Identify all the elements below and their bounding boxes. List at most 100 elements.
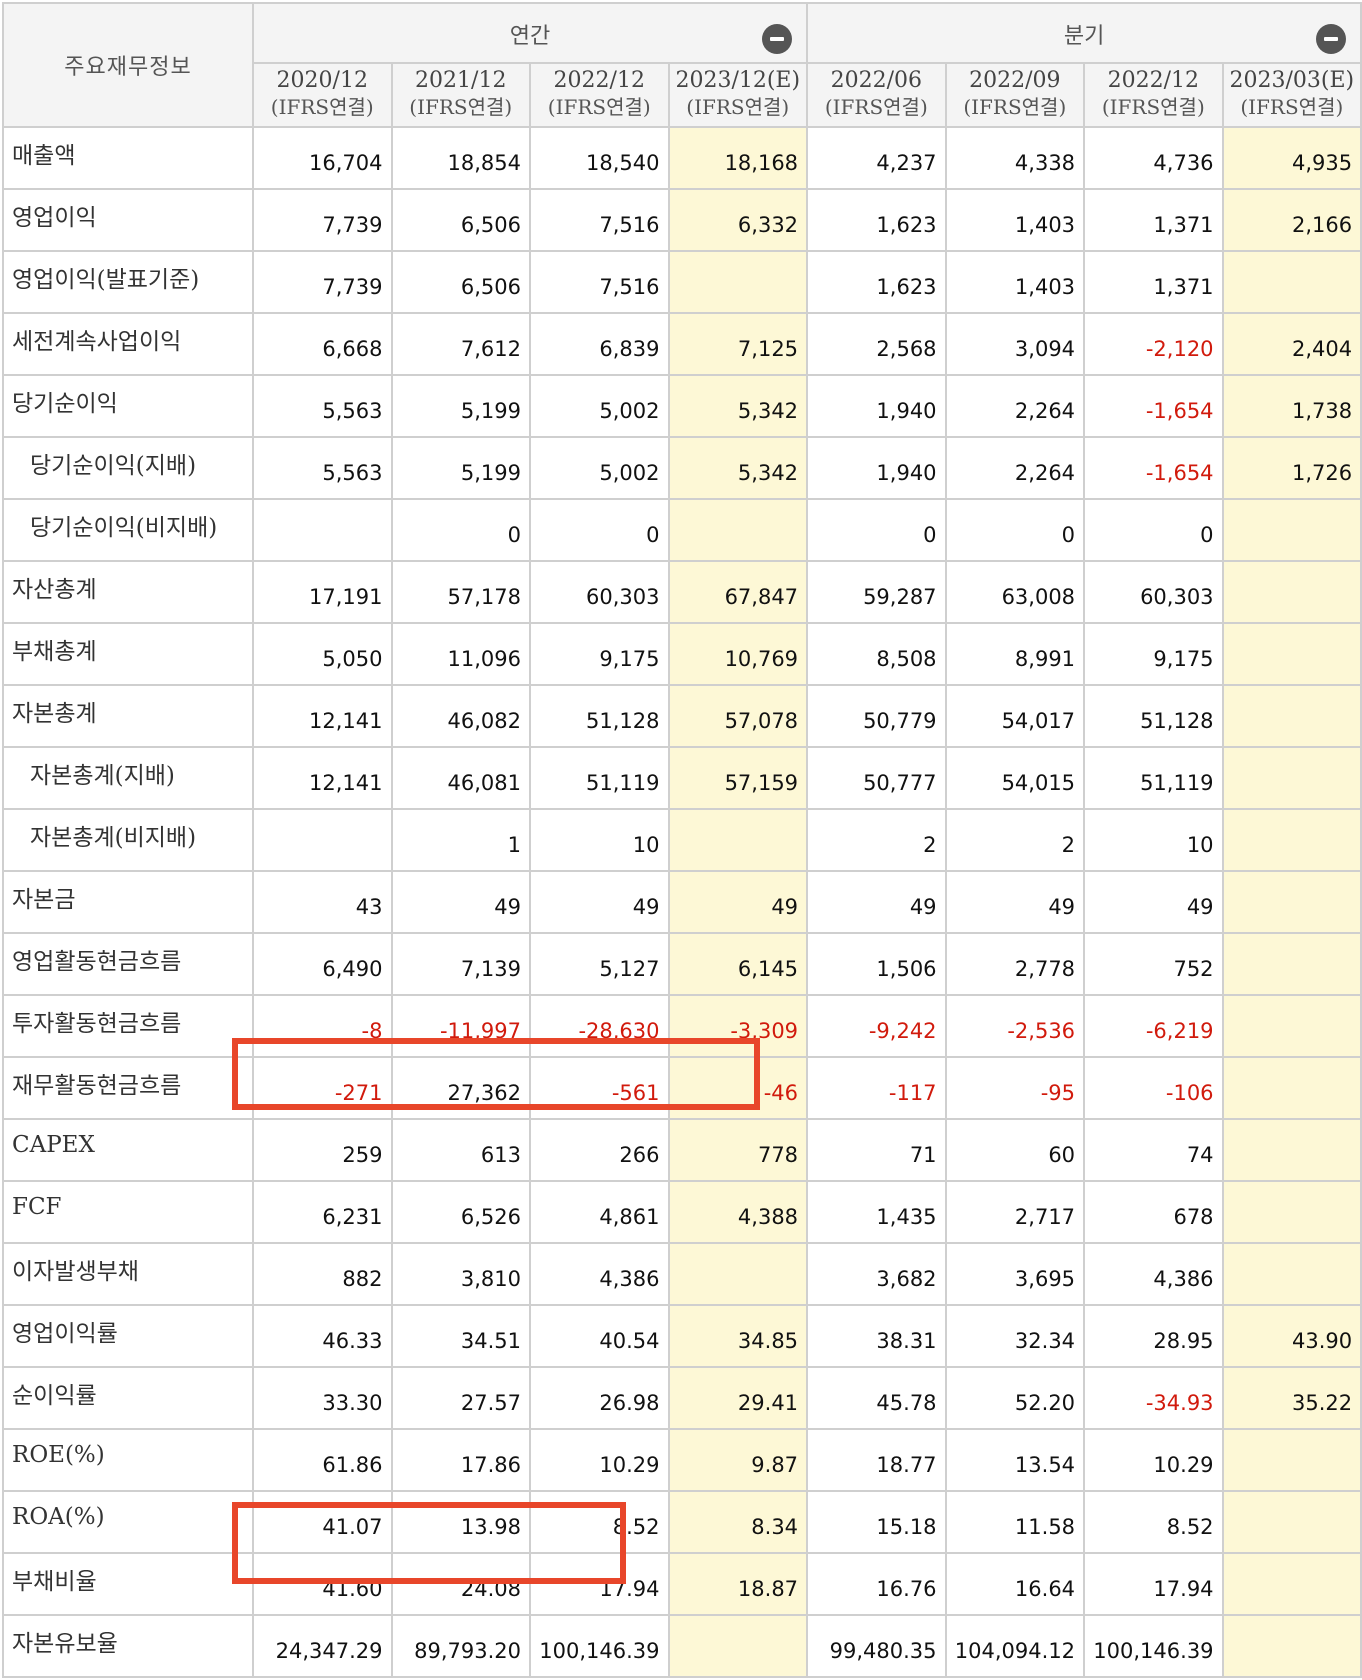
value-cell: 17.94 (1083, 1552, 1224, 1616)
value-cell: 2,568 (806, 312, 947, 376)
value-cell: -106 (1083, 1056, 1224, 1120)
value-cell: 0 (806, 498, 947, 562)
value-cell: 6,839 (529, 312, 670, 376)
value-cell (1221, 1614, 1362, 1678)
value-cell: -8 (252, 994, 393, 1058)
value-cell: 13.54 (944, 1428, 1086, 1492)
value-cell: 1,940 (806, 436, 947, 500)
period-header: 2021/12 (IFRS연결) (390, 62, 531, 128)
value-cell: 5,127 (529, 932, 670, 996)
value-cell: 18,540 (529, 126, 670, 190)
value-cell: 27.57 (390, 1366, 531, 1430)
value-cell: 74 (1083, 1118, 1224, 1182)
value-cell (667, 1614, 809, 1678)
value-cell: 32.34 (944, 1304, 1086, 1368)
value-cell: 0 (529, 498, 670, 562)
value-cell: 10.29 (529, 1428, 670, 1492)
table-row: 영업활동현금흐름 6,490 7,139 5,127 6,145 1,506 2,778 75… (2, 932, 1362, 996)
value-cell: 60,303 (1083, 560, 1224, 624)
value-cell: 882 (252, 1242, 393, 1306)
value-cell (1221, 684, 1362, 748)
period-header: 2022/12 (IFRS연결) (529, 62, 670, 128)
value-cell: 1,371 (1083, 250, 1224, 314)
row-label: 자본총계(지배) (2, 746, 254, 810)
value-cell: 17,191 (252, 560, 393, 624)
value-cell: 259 (252, 1118, 393, 1182)
period-basis: (IFRS연결) (547, 95, 651, 119)
table-header-label: 주요재무정보 (2, 2, 254, 128)
value-cell: 13.98 (390, 1490, 531, 1554)
value-cell: 0 (1083, 498, 1224, 562)
value-cell: 61.86 (252, 1428, 393, 1492)
value-cell: 104,094.12 (944, 1614, 1086, 1678)
period-basis: (IFRS연결) (963, 95, 1067, 119)
table-row: 자본총계 12,141 46,082 51,128 57,078 50,779 54,017… (2, 684, 1362, 748)
value-cell: 0 (390, 498, 531, 562)
value-cell: 11.58 (944, 1490, 1086, 1554)
value-cell: 57,178 (390, 560, 531, 624)
value-cell: 613 (390, 1118, 531, 1182)
value-cell: 6,332 (667, 188, 809, 252)
value-cell: 2,166 (1221, 188, 1362, 252)
row-label: 세전계속사업이익 (2, 312, 254, 376)
period-header: 2020/12 (IFRS연결) (252, 62, 393, 128)
value-cell: 40.54 (529, 1304, 670, 1368)
table-row: ROE(%) 61.86 17.86 10.29 9.87 18.77 13.54 10.29 (2, 1428, 1362, 1492)
value-cell: 57,159 (667, 746, 809, 810)
value-cell: 2,404 (1221, 312, 1362, 376)
row-label: ROE(%) (2, 1428, 254, 1492)
value-cell: 27,362 (390, 1056, 531, 1120)
value-cell: 8,991 (944, 622, 1086, 686)
value-cell: 49 (529, 870, 670, 934)
value-cell: 46,081 (390, 746, 531, 810)
collapse-annual-icon[interactable] (762, 24, 793, 54)
value-cell: -117 (806, 1056, 947, 1120)
row-label: 당기순이익(지배) (2, 436, 254, 500)
row-label: 당기순이익 (2, 374, 254, 438)
collapse-quarter-icon[interactable] (1316, 24, 1347, 54)
value-cell (252, 808, 393, 872)
value-cell (1221, 1490, 1362, 1554)
row-label: 당기순이익(비지배) (2, 498, 254, 562)
value-cell: 9.87 (667, 1428, 809, 1492)
period-date: 2022/12 (553, 68, 645, 93)
value-cell: 41.60 (252, 1552, 393, 1616)
table-row: 자본총계(지배) 12,141 46,081 51,119 57,159 50,777 54… (2, 746, 1362, 810)
value-cell: -28,630 (529, 994, 670, 1058)
value-cell: 7,516 (529, 188, 670, 252)
value-cell: -34.93 (1083, 1366, 1224, 1430)
value-cell: 4,935 (1221, 126, 1362, 190)
value-cell (667, 808, 809, 872)
row-label: 부채비율 (2, 1552, 254, 1616)
value-cell: 12,141 (252, 746, 393, 810)
value-cell: 18.77 (806, 1428, 947, 1492)
value-cell: 9,175 (1083, 622, 1224, 686)
value-cell: -2,120 (1083, 312, 1224, 376)
value-cell: 3,682 (806, 1242, 947, 1306)
value-cell: 49 (944, 870, 1086, 934)
value-cell: 5,199 (390, 374, 531, 438)
value-cell: -561 (529, 1056, 670, 1120)
value-cell: 7,739 (252, 188, 393, 252)
table-row: 세전계속사업이익 6,668 7,612 6,839 7,125 2,568 3,094 -2… (2, 312, 1362, 376)
period-date: 2023/03(E) (1229, 68, 1355, 93)
value-cell: 24.08 (390, 1552, 531, 1616)
row-label: 자본총계(비지배) (2, 808, 254, 872)
value-cell (1221, 622, 1362, 686)
value-cell: 49 (390, 870, 531, 934)
value-cell: 4,237 (806, 126, 947, 190)
value-cell: 3,810 (390, 1242, 531, 1306)
quarter-group-label: 분기 (1063, 24, 1105, 49)
value-cell: 26.98 (529, 1366, 670, 1430)
value-cell: 51,119 (1083, 746, 1224, 810)
value-cell: 46,082 (390, 684, 531, 748)
value-cell: 60,303 (529, 560, 670, 624)
table-row: 투자활동현금흐름 -8 -11,997 -28,630 -3,309 -9,242 -2,5… (2, 994, 1362, 1058)
row-label: CAPEX (2, 1118, 254, 1182)
value-cell: 54,015 (944, 746, 1086, 810)
value-cell: -95 (944, 1056, 1086, 1120)
value-cell: 1,435 (806, 1180, 947, 1244)
value-cell (1221, 1056, 1362, 1120)
period-header: 2023/03(E) (IFRS연결) (1221, 62, 1362, 128)
row-label: 재무활동현금흐름 (2, 1056, 254, 1120)
